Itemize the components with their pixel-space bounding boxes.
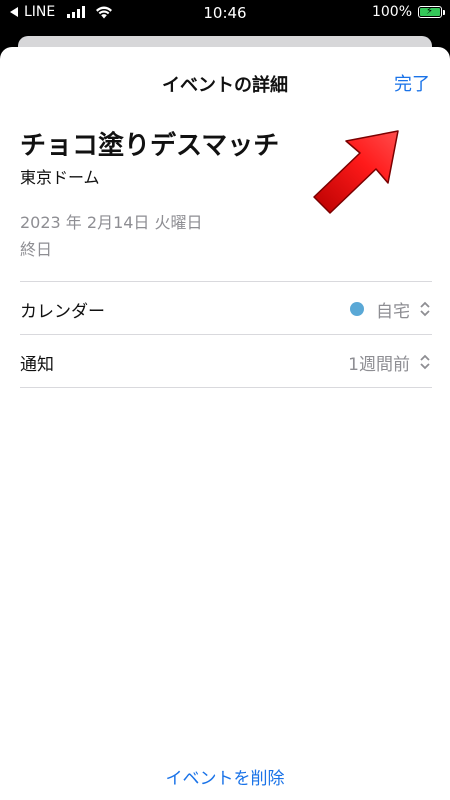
battery-charging-icon: ⚡	[418, 6, 445, 18]
event-location: 東京ドーム	[20, 168, 100, 187]
alert-row-label: 通知	[20, 354, 54, 375]
alert-row[interactable]: 通知 1週間前	[20, 336, 432, 388]
calendar-row-label: カレンダー	[20, 301, 105, 322]
battery-percent: 100%	[371, 4, 412, 20]
status-bar: LINE 10:46 100% ⚡	[0, 0, 450, 26]
alert-selector[interactable]: 1週間前	[348, 350, 432, 375]
calendar-selector[interactable]: 自宅	[350, 297, 432, 322]
divider	[20, 334, 432, 335]
page-title: イベントの詳細	[162, 75, 288, 96]
divider	[20, 281, 432, 282]
chevron-updown-icon	[420, 354, 430, 370]
event-all-day: 終日	[20, 240, 53, 259]
event-detail-sheet: イベントの詳細 完了 チョコ塗りデスマッチ 東京ドーム 2023 年 2月14日…	[0, 47, 450, 800]
calendar-row[interactable]: カレンダー 自宅	[20, 283, 432, 335]
event-date: 2023 年 2月14日 火曜日	[20, 213, 203, 232]
event-title: チョコ塗りデスマッチ	[20, 131, 280, 161]
delete-event-button[interactable]: イベントを削除	[0, 764, 450, 789]
calendar-value: 自宅	[376, 301, 410, 322]
divider	[20, 387, 432, 388]
done-button[interactable]: 完了	[394, 70, 430, 96]
red-arrow-annotation-icon	[313, 130, 399, 214]
calendar-color-dot	[350, 302, 364, 316]
alert-value: 1週間前	[348, 354, 410, 375]
status-right: 100% ⚡	[371, 4, 445, 20]
chevron-updown-icon	[420, 301, 430, 317]
